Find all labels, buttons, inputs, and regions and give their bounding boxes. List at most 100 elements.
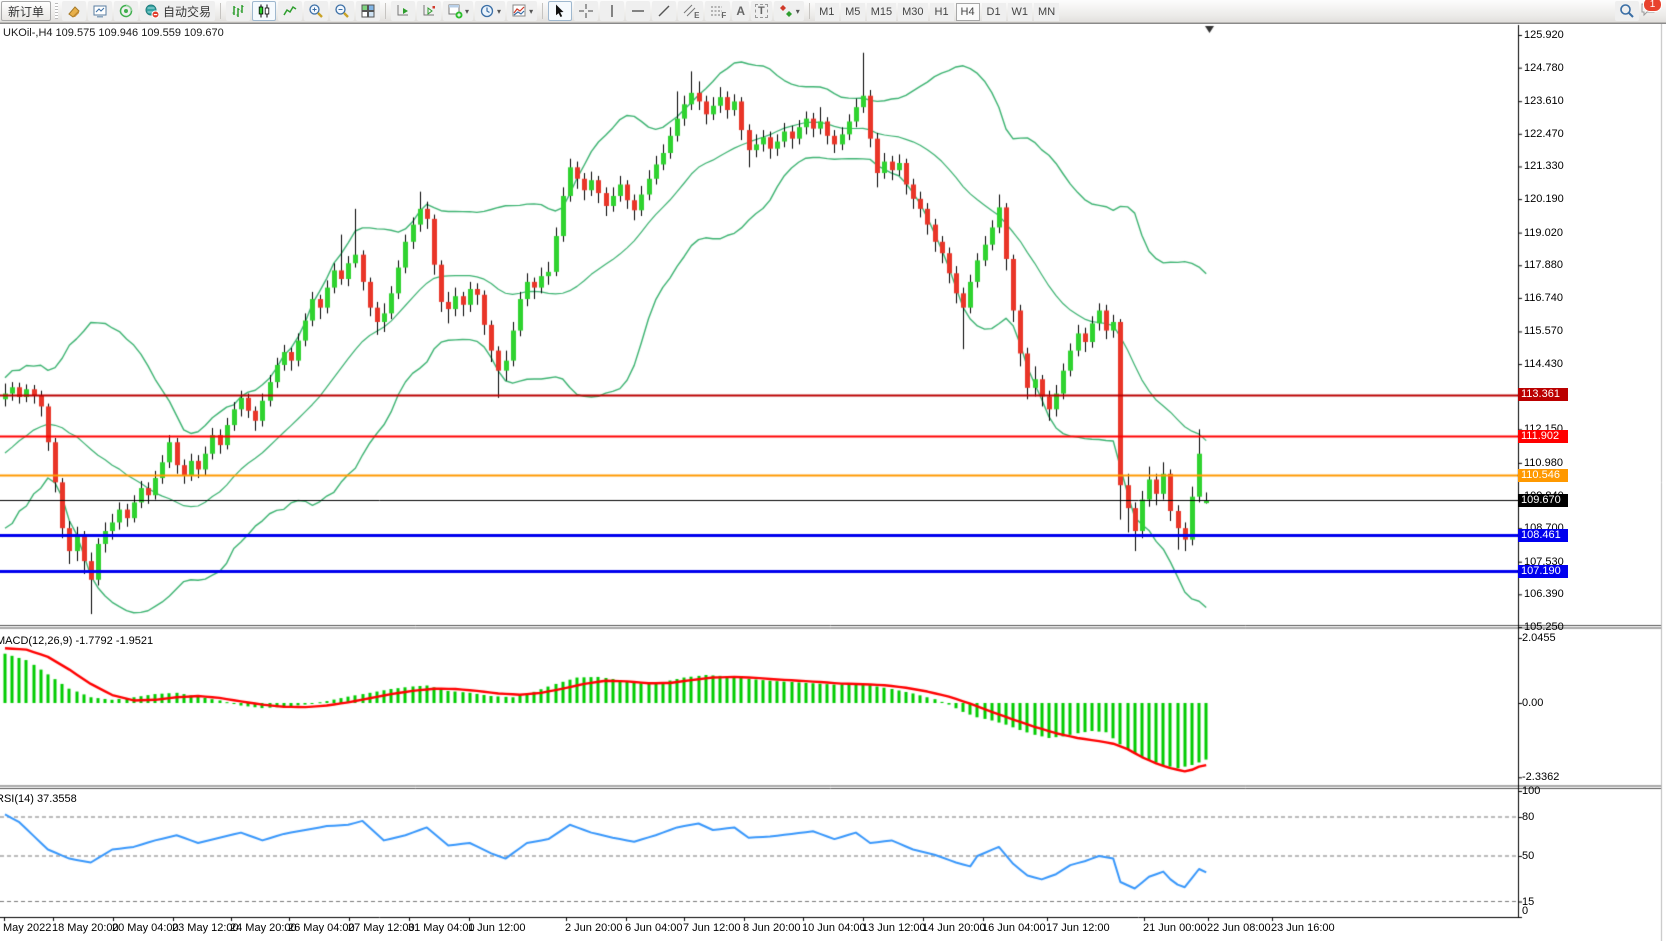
text-tool-button[interactable]: A bbox=[732, 1, 749, 21]
bar-chart-icon bbox=[230, 3, 246, 19]
rsi-axis-tick: 100 bbox=[1522, 785, 1540, 797]
price-axis-tick: 116.740 bbox=[1524, 292, 1563, 304]
zoom-out-icon bbox=[334, 3, 350, 19]
chevron-down-icon: ▾ bbox=[529, 7, 533, 16]
price-axis-tick: 124.780 bbox=[1524, 62, 1564, 74]
cursor-icon bbox=[552, 3, 568, 19]
timeframe-mn-button[interactable]: MN bbox=[1034, 3, 1059, 21]
arrows-icon bbox=[778, 3, 794, 19]
arrows-tool-button[interactable]: ▾ bbox=[774, 1, 804, 21]
timeframe-w1-button[interactable]: W1 bbox=[1008, 3, 1033, 21]
chevron-down-icon: ▾ bbox=[796, 7, 800, 16]
vertical-line-tool-button[interactable] bbox=[600, 1, 624, 21]
new-order-label: 新订单 bbox=[8, 3, 44, 20]
time-axis-label: 18 May 20:00 bbox=[52, 922, 119, 934]
price-axis-tick: 106.390 bbox=[1524, 588, 1564, 600]
periods-button[interactable]: ▾ bbox=[475, 1, 505, 21]
crosshair-tool-button[interactable] bbox=[574, 1, 598, 21]
zoom-in-button[interactable] bbox=[304, 1, 328, 21]
macd-indicator-label: MACD(12,26,9) -1.7792 -1.9521 bbox=[0, 635, 153, 647]
autotrading-button[interactable]: 自动交易 bbox=[140, 1, 215, 21]
new-chart-icon bbox=[447, 3, 463, 19]
chart-shift-button[interactable] bbox=[417, 1, 441, 21]
bar-chart-button[interactable] bbox=[226, 1, 250, 21]
timeframe-m15-button[interactable]: M15 bbox=[867, 3, 896, 21]
horizontal-line-tool-button[interactable] bbox=[626, 1, 650, 21]
notification-badge: 1 bbox=[1643, 0, 1662, 12]
zoom-out-button[interactable] bbox=[330, 1, 354, 21]
price-axis-tick: 115.570 bbox=[1524, 325, 1563, 337]
timeframe-m1-button[interactable]: M1 bbox=[815, 3, 839, 21]
auto-scroll-button[interactable] bbox=[391, 1, 415, 21]
styles-button[interactable] bbox=[62, 1, 86, 21]
price-level-badge: 108.461 bbox=[1518, 529, 1568, 542]
price-axis-tick: 121.330 bbox=[1524, 160, 1564, 172]
line-chart-button[interactable] bbox=[278, 1, 302, 21]
toolbar-separator bbox=[220, 3, 221, 19]
timeframe-d1-button[interactable]: D1 bbox=[982, 3, 1006, 21]
new-chart-button[interactable]: ▾ bbox=[443, 1, 473, 21]
search-icon bbox=[1619, 3, 1635, 19]
tile-windows-button[interactable] bbox=[356, 1, 380, 21]
toolbar-grip bbox=[55, 3, 58, 19]
price-axis-tick: 110.980 bbox=[1524, 457, 1563, 469]
auto-scroll-icon bbox=[395, 3, 411, 19]
chart-shift-icon bbox=[421, 3, 437, 19]
channel-letter: E bbox=[694, 11, 699, 20]
toolbar-separator bbox=[809, 3, 810, 19]
timeframe-m30-button[interactable]: M30 bbox=[898, 3, 927, 21]
rsi-axis-tick: 50 bbox=[1522, 850, 1534, 862]
market-watch-button[interactable] bbox=[88, 1, 112, 21]
price-axis-tick: 120.190 bbox=[1524, 193, 1564, 205]
new-order-button[interactable]: 新订单 bbox=[1, 1, 51, 21]
time-axis-label: 2 Jun 20:00 bbox=[565, 922, 623, 934]
toolbar-separator bbox=[542, 3, 543, 19]
time-axis-label: 23 May 12:00 bbox=[172, 922, 239, 934]
price-level-badge: 113.361 bbox=[1518, 388, 1568, 401]
price-axis-tick: 114.430 bbox=[1524, 358, 1563, 370]
time-axis-label: 21 Jun 00:00 bbox=[1143, 922, 1207, 934]
text-label-icon: T bbox=[755, 4, 768, 18]
eraser-icon bbox=[66, 3, 82, 19]
horizontal-line-icon bbox=[630, 3, 646, 19]
toolbar-separator bbox=[385, 3, 386, 19]
signals-button[interactable] bbox=[114, 1, 138, 21]
candlestick-chart-button[interactable] bbox=[252, 1, 276, 21]
chevron-down-icon: ▾ bbox=[465, 7, 469, 16]
equidistant-channel-tool-button[interactable]: E bbox=[678, 1, 703, 21]
candlestick-chart-icon bbox=[256, 3, 272, 19]
price-axis-tick: 125.920 bbox=[1524, 29, 1564, 41]
text-icon: A bbox=[736, 4, 745, 18]
price-axis-tick: 119.020 bbox=[1524, 227, 1563, 239]
text-label-tool-button[interactable]: T bbox=[751, 1, 772, 21]
cursor-tool-button[interactable] bbox=[548, 1, 572, 21]
chart-canvas[interactable] bbox=[0, 24, 1666, 941]
time-axis-label: 22 Jun 08:00 bbox=[1207, 922, 1271, 934]
macd-axis-tick: -2.3362 bbox=[1522, 771, 1559, 783]
time-axis-label: 23 Jun 16:00 bbox=[1271, 922, 1335, 934]
time-axis-label: 17 Jun 12:00 bbox=[1046, 922, 1110, 934]
fibonacci-letter: F bbox=[721, 11, 726, 20]
fibonacci-tool-button[interactable]: F bbox=[705, 1, 730, 21]
chat-button[interactable]: 1 bbox=[1640, 1, 1656, 22]
time-axis-label: 20 May 04:00 bbox=[112, 922, 179, 934]
timeframe-h1-button[interactable]: H1 bbox=[930, 3, 954, 21]
time-axis-label: 27 May 12:00 bbox=[348, 922, 415, 934]
timeframe-m5-button[interactable]: M5 bbox=[841, 3, 865, 21]
signal-icon bbox=[118, 3, 134, 19]
autotrading-label: 自动交易 bbox=[163, 3, 211, 20]
time-axis-label: 16 Jun 04:00 bbox=[982, 922, 1046, 934]
trendline-icon bbox=[656, 3, 672, 19]
price-axis-tick: 123.610 bbox=[1524, 95, 1564, 107]
time-axis-label: 13 Jun 12:00 bbox=[862, 922, 926, 934]
price-level-badge: 110.546 bbox=[1518, 469, 1568, 482]
timeframe-h4-button[interactable]: H4 bbox=[956, 3, 980, 21]
clock-icon bbox=[479, 3, 495, 19]
crosshair-icon bbox=[578, 3, 594, 19]
indicators-button[interactable]: ▾ bbox=[507, 1, 537, 21]
main-toolbar: 新订单 自动交易 ▾ ▾ bbox=[0, 0, 1666, 23]
trendline-tool-button[interactable] bbox=[652, 1, 676, 21]
search-button[interactable] bbox=[1615, 1, 1639, 21]
time-axis-label: 31 May 04:00 bbox=[408, 922, 475, 934]
chart-area[interactable]: UKOil-,H4 109.575 109.946 109.559 109.67… bbox=[0, 24, 1666, 941]
